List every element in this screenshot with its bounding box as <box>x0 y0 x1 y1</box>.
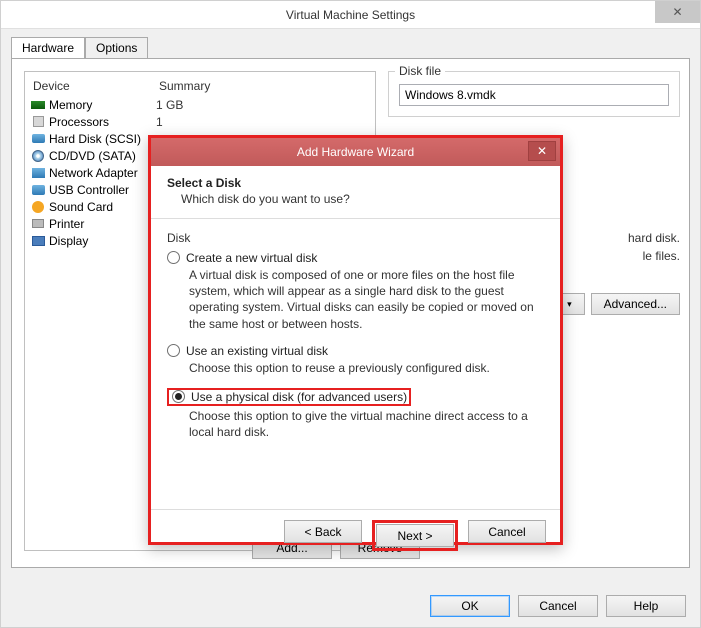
cpu-icon <box>30 115 46 129</box>
list-item[interactable]: Memory1 GB <box>27 96 373 113</box>
wizard-heading: Select a Disk <box>167 176 544 190</box>
radio-create-new-disk[interactable]: Create a new virtual disk <box>167 251 544 265</box>
radio-physical-disk[interactable]: Use a physical disk (for advanced users) <box>171 390 407 404</box>
radio-icon <box>172 390 185 403</box>
wizard-header: Select a Disk Which disk do you want to … <box>151 166 560 219</box>
col-device: Device <box>33 79 159 93</box>
back-button[interactable]: < Back <box>284 520 362 543</box>
disk-file-input[interactable] <box>399 84 669 106</box>
cd-icon <box>30 149 46 163</box>
ok-button[interactable]: OK <box>430 595 510 617</box>
printer-icon <box>30 217 46 231</box>
main-titlebar: Virtual Machine Settings ✕ <box>1 1 700 29</box>
group-label: Disk file <box>395 64 445 78</box>
display-icon <box>30 234 46 248</box>
highlighted-option: Use a physical disk (for advanced users) <box>167 388 411 406</box>
highlighted-next: Next > <box>372 520 458 551</box>
wizard-titlebar: Add Hardware Wizard ✕ <box>151 138 560 166</box>
radio-existing-disk[interactable]: Use an existing virtual disk <box>167 344 544 358</box>
section-label: Disk <box>167 231 544 245</box>
sound-icon <box>30 200 46 214</box>
radio-icon <box>167 251 180 264</box>
col-summary: Summary <box>159 79 210 93</box>
network-icon <box>30 166 46 180</box>
wizard-title: Add Hardware Wizard <box>297 145 414 159</box>
cancel-button[interactable]: Cancel <box>518 595 598 617</box>
tabs: Hardware Options <box>11 37 690 59</box>
close-icon[interactable]: ✕ <box>655 1 700 23</box>
hdd-icon <box>30 132 46 146</box>
add-hardware-wizard: Add Hardware Wizard ✕ Select a Disk Whic… <box>148 135 563 545</box>
close-icon[interactable]: ✕ <box>528 141 556 161</box>
tab-options[interactable]: Options <box>85 37 148 59</box>
tab-hardware[interactable]: Hardware <box>11 37 85 59</box>
device-list-header: Device Summary <box>27 76 373 96</box>
window-title: Virtual Machine Settings <box>286 8 415 22</box>
radio-icon <box>167 344 180 357</box>
cancel-button[interactable]: Cancel <box>468 520 546 543</box>
list-item[interactable]: Processors1 <box>27 113 373 130</box>
radio-desc: A virtual disk is composed of one or mor… <box>189 267 544 332</box>
wizard-footer: < Back Next > Cancel <box>151 509 560 561</box>
wizard-subheading: Which disk do you want to use? <box>181 192 544 206</box>
advanced-button[interactable]: Advanced... <box>591 293 680 315</box>
help-button[interactable]: Help <box>606 595 686 617</box>
wizard-body: Disk Create a new virtual disk A virtual… <box>151 219 560 509</box>
dialog-footer: OK Cancel Help <box>430 595 686 617</box>
memory-icon <box>30 98 46 112</box>
disk-file-group: Disk file <box>388 71 680 117</box>
radio-desc: Choose this option to give the virtual m… <box>189 408 544 440</box>
next-button[interactable]: Next > <box>376 524 454 547</box>
usb-icon <box>30 183 46 197</box>
radio-desc: Choose this option to reuse a previously… <box>189 360 544 376</box>
